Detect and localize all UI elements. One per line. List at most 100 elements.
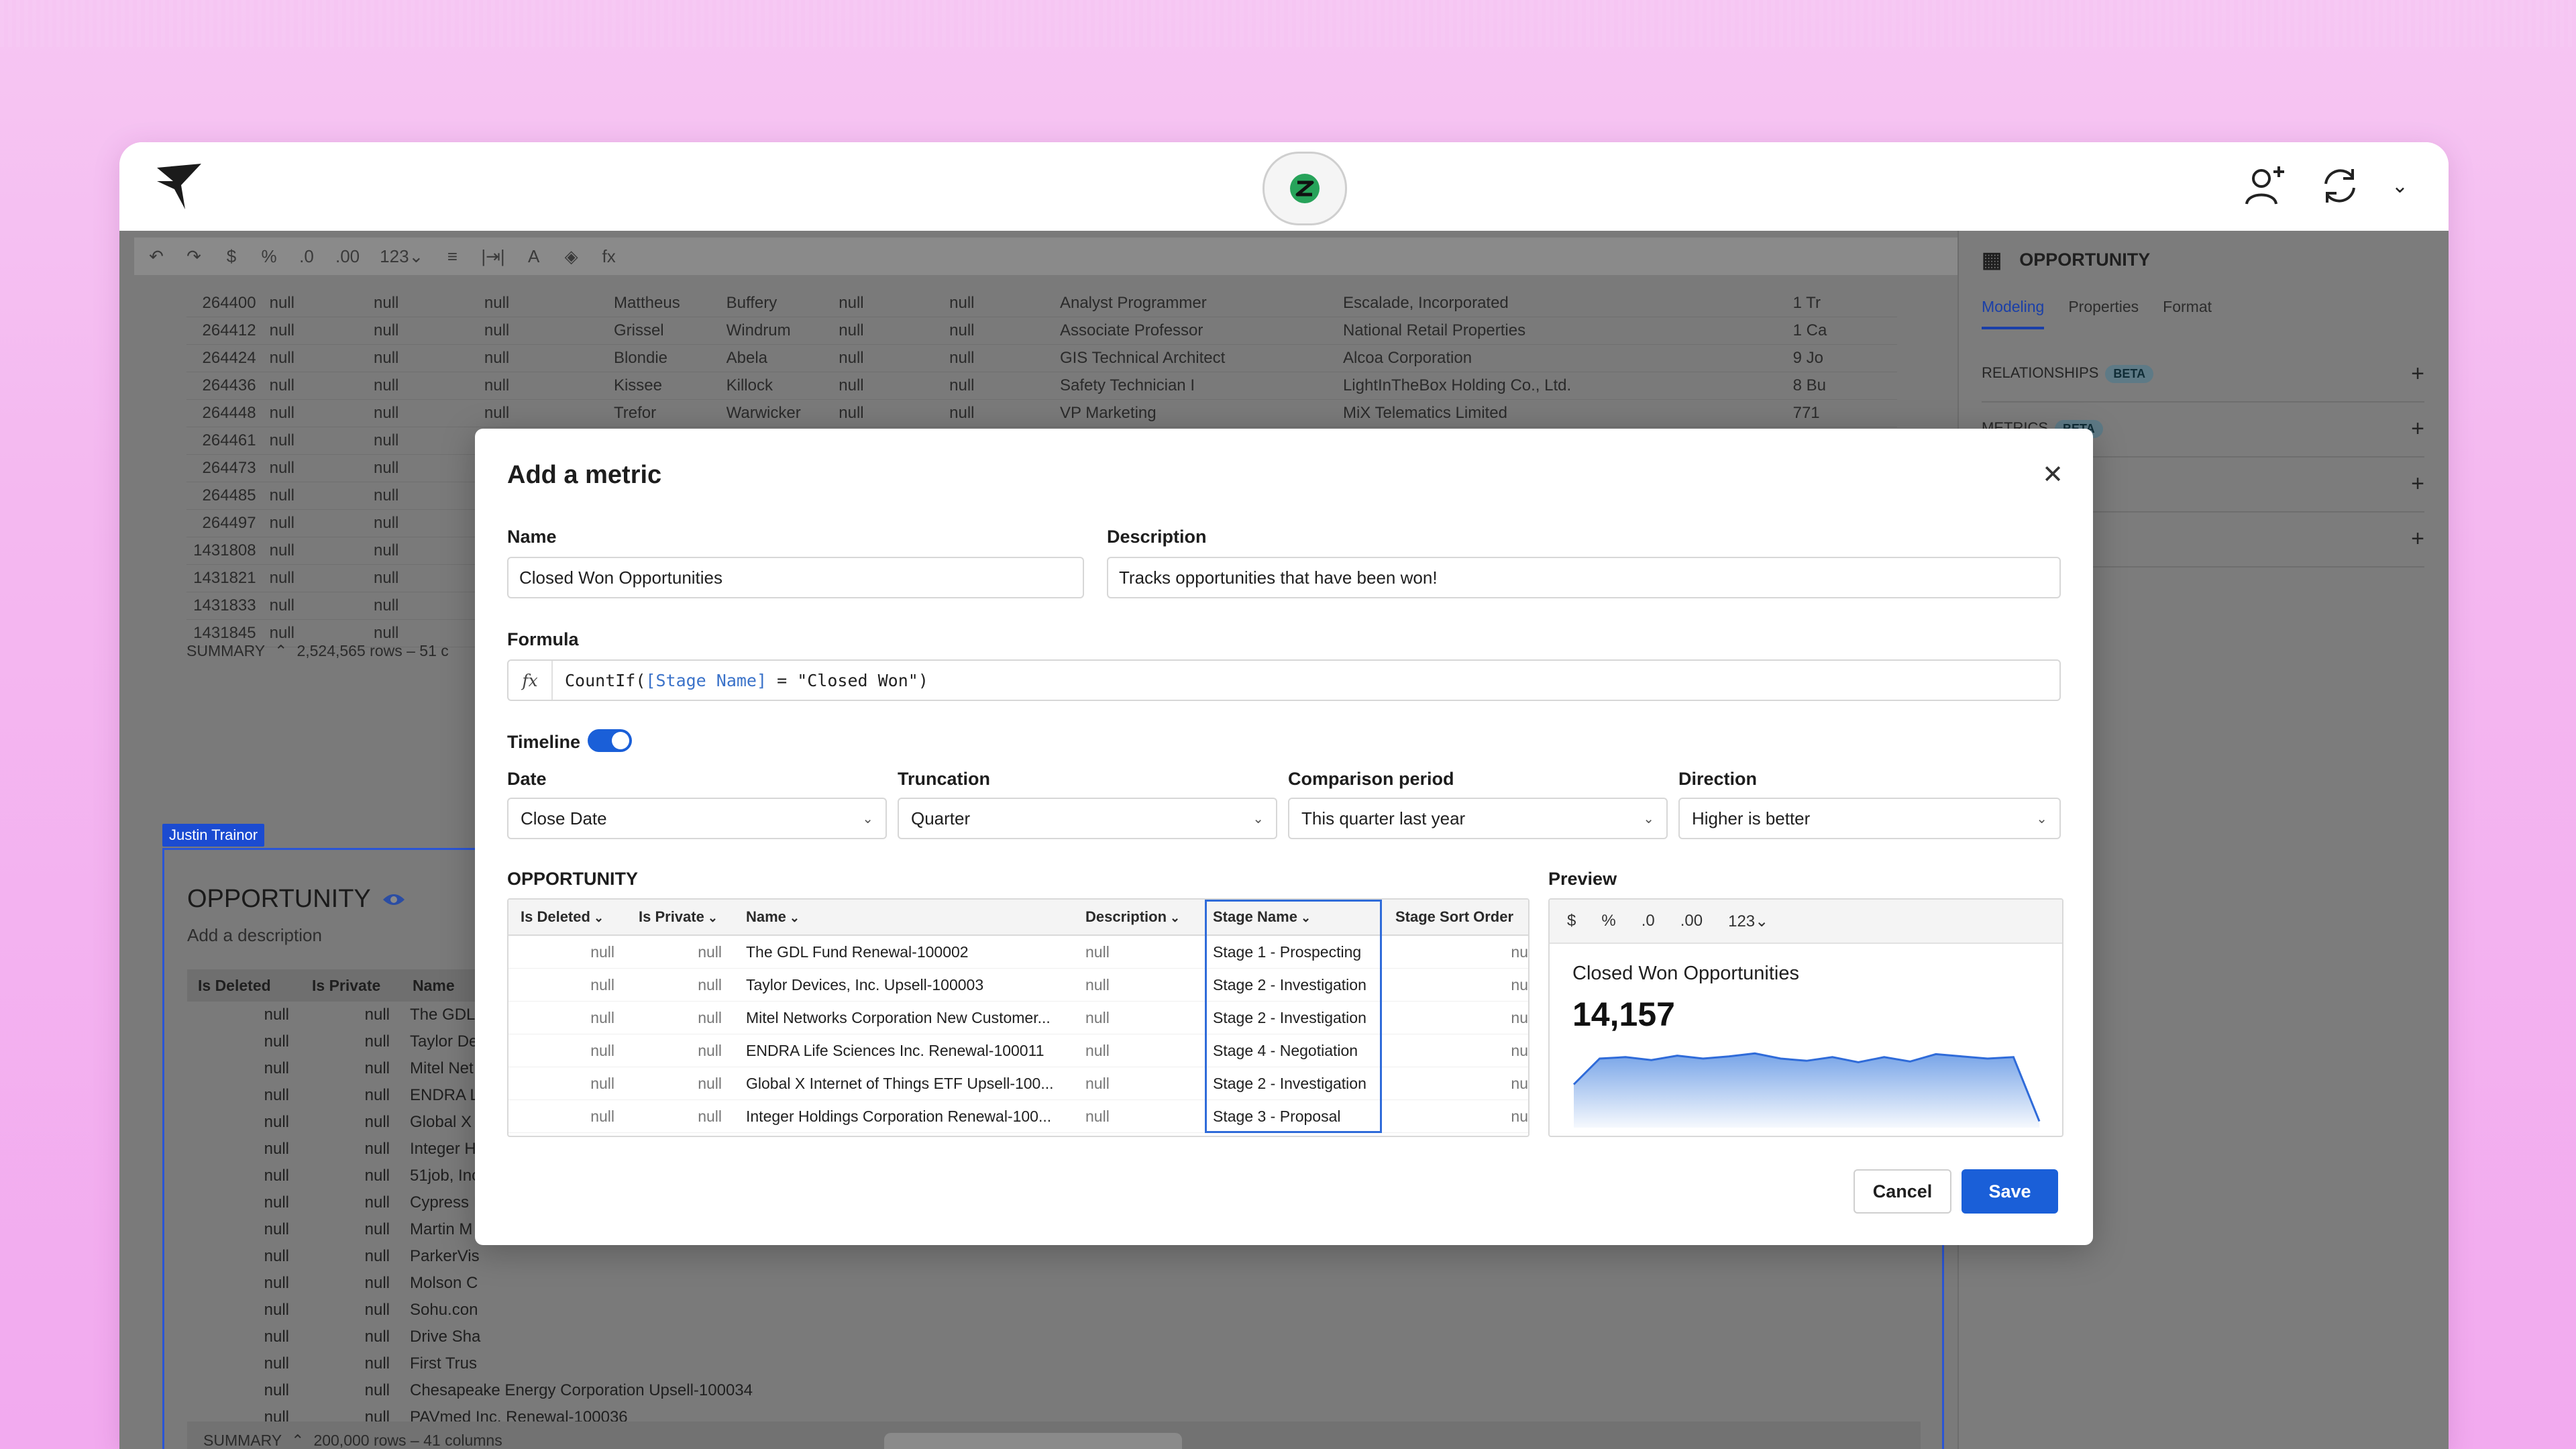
truncation-select-value: Quarter: [911, 808, 971, 828]
table-cell: null: [364, 1140, 390, 1158]
panel-title-text: OPPORTUNITY: [2019, 249, 2151, 270]
chevron-down-icon: ⌄: [786, 911, 800, 924]
decrease-decimals-icon[interactable]: .0: [298, 246, 315, 267]
summary-text: 2,524,565 rows – 51 c: [297, 641, 449, 659]
column-header[interactable]: Is Private: [301, 977, 402, 995]
plus-icon[interactable]: +: [2411, 416, 2424, 442]
comparison-select-value: This quarter last year: [1301, 808, 1466, 828]
cancel-button[interactable]: Cancel: [1854, 1169, 1951, 1214]
text-color-icon[interactable]: A: [525, 246, 543, 267]
tab-properties[interactable]: Properties: [2068, 298, 2139, 329]
column-header-label: Is Private: [639, 908, 704, 925]
summary-label: SUMMARY: [203, 1431, 282, 1449]
table-cell: null: [839, 376, 864, 394]
wrap-icon[interactable]: |⇥|: [481, 246, 504, 267]
table-cell: null: [364, 1193, 390, 1212]
table-cell: null: [374, 541, 399, 559]
column-header[interactable]: Stage Name ⌄: [1205, 908, 1382, 926]
column-header-label: Is Deleted: [521, 908, 590, 925]
table-row[interactable]: null null Taylor Devices, Inc. Upsell-1000…: [508, 969, 1528, 1002]
fill-color-icon[interactable]: ◈: [563, 246, 580, 267]
table-cell: Associate Professor: [1059, 321, 1203, 339]
table-cell: null: [269, 596, 294, 614]
tab-format[interactable]: Format: [2163, 298, 2212, 329]
table-cell: null: [264, 1032, 289, 1051]
card-description[interactable]: Add a description: [187, 925, 322, 946]
plus-icon[interactable]: +: [2411, 471, 2424, 497]
table-row[interactable]: null null The GDL Fund Renewal-100002 null S…: [508, 936, 1528, 969]
chevron-down-icon: ⌄: [590, 911, 604, 924]
collaborator-chip: Justin Trainor: [162, 824, 265, 847]
table-cell: 264497: [202, 514, 256, 532]
table-cell: null: [374, 431, 399, 449]
refresh-icon[interactable]: [2318, 164, 2362, 208]
table-cell: null: [364, 1354, 390, 1373]
column-header[interactable]: Is Private ⌄: [627, 908, 734, 926]
percent-icon[interactable]: %: [260, 246, 278, 267]
truncation-select[interactable]: Quarter ⌄: [898, 798, 1277, 839]
plus-icon[interactable]: +: [2411, 361, 2424, 387]
table-cell: null: [949, 349, 975, 367]
table-row: 264424 null null null Blondie Abela null null GI…: [186, 345, 1897, 372]
name-input[interactable]: Closed Won Opportunities: [507, 557, 1084, 598]
direction-select[interactable]: Higher is better ⌄: [1678, 798, 2061, 839]
column-header[interactable]: Is Deleted: [187, 977, 301, 995]
table-cell: Integer Holdings Corporation Renewal-100…: [746, 1107, 1052, 1125]
percent-icon[interactable]: %: [1601, 912, 1615, 930]
table-row[interactable]: null null Integer Holdings Corporation Ren…: [508, 1100, 1528, 1133]
table-row: 264448 null null null Trefor Warwicker null nul…: [186, 400, 1897, 427]
table-cell: Stage 1 - Prospecting: [1213, 943, 1362, 961]
table-row[interactable]: null null ENDRA Life Sciences Inc. Renewal…: [508, 1034, 1528, 1067]
table-cell: null: [374, 321, 399, 339]
align-icon[interactable]: ≡: [443, 246, 461, 267]
formula-input[interactable]: fx CountIf([Stage Name] = "Closed Won"): [507, 659, 2061, 701]
formula-code[interactable]: CountIf([Stage Name] = "Closed Won"): [553, 671, 928, 690]
bird-logo-icon[interactable]: [154, 161, 205, 212]
formula-suffix: = "Closed Won"): [767, 670, 928, 690]
table-row[interactable]: null null Mitel Networks Corporation New C…: [508, 1002, 1528, 1034]
date-select[interactable]: Close Date ⌄: [507, 798, 887, 839]
table-cell: MiX Telematics Limited: [1342, 404, 1507, 422]
table-cell: null: [264, 1247, 289, 1265]
tab-modeling[interactable]: Modeling: [1982, 298, 2045, 329]
panel-section[interactable]: RELATIONSHIPS BETA +: [1982, 346, 2424, 402]
table-cell: Sohu.con: [410, 1301, 478, 1319]
description-input[interactable]: Tracks opportunities that have been won!: [1107, 557, 2061, 598]
table-cell: null: [269, 514, 294, 532]
table-cell: null: [698, 1041, 722, 1059]
column-header[interactable]: Description ⌄: [1073, 908, 1205, 926]
redo-icon[interactable]: ↷: [185, 246, 203, 267]
close-icon[interactable]: ✕: [2042, 460, 2063, 490]
table-cell: Stage 2 - Investigation: [1213, 975, 1366, 994]
increase-decimals-icon[interactable]: .00: [335, 246, 360, 267]
table-cell: null: [264, 1274, 289, 1292]
table-cell: 8 Bu: [1792, 376, 1826, 394]
column-header[interactable]: Stage Sort Order: [1382, 908, 1528, 926]
currency-icon[interactable]: $: [1567, 912, 1576, 930]
column-header-label: Description: [1085, 908, 1167, 925]
number-format-icon[interactable]: 123⌄: [1728, 912, 1768, 931]
add-user-icon[interactable]: [2241, 162, 2288, 209]
chevron-down-icon[interactable]: ⌄: [2392, 174, 2408, 198]
ai-assistant-button[interactable]: [1263, 152, 1347, 225]
table-cell: The GDL Fund Renewal-100002: [746, 943, 969, 961]
number-format-icon[interactable]: 123⌄: [380, 246, 423, 267]
table-cell: Molson C: [410, 1274, 478, 1292]
undo-icon[interactable]: ↶: [148, 246, 165, 267]
plus-icon[interactable]: +: [2411, 526, 2424, 552]
table-cell: null: [590, 1107, 614, 1125]
eye-icon[interactable]: [382, 892, 406, 908]
source-table-header: Is Deleted ⌄ Is Private ⌄ Name ⌄ Descriptio…: [508, 900, 1528, 936]
increase-decimals-icon[interactable]: .00: [1680, 912, 1703, 930]
currency-icon[interactable]: $: [223, 246, 240, 267]
formula-prefix: CountIf(: [565, 670, 646, 690]
table-row[interactable]: null null Global X Internet of Things ETF …: [508, 1067, 1528, 1100]
add-metric-dialog: Add a metric ✕ Name Closed Won Opportuni…: [475, 429, 2093, 1245]
column-header[interactable]: Name ⌄: [734, 908, 1073, 926]
column-header[interactable]: Is Deleted ⌄: [508, 908, 627, 926]
save-button[interactable]: Save: [1962, 1169, 2058, 1214]
formula-icon[interactable]: fx: [600, 246, 618, 267]
decrease-decimals-icon[interactable]: .0: [1642, 912, 1655, 930]
comparison-select[interactable]: This quarter last year ⌄: [1288, 798, 1668, 839]
timeline-toggle[interactable]: [588, 729, 632, 752]
